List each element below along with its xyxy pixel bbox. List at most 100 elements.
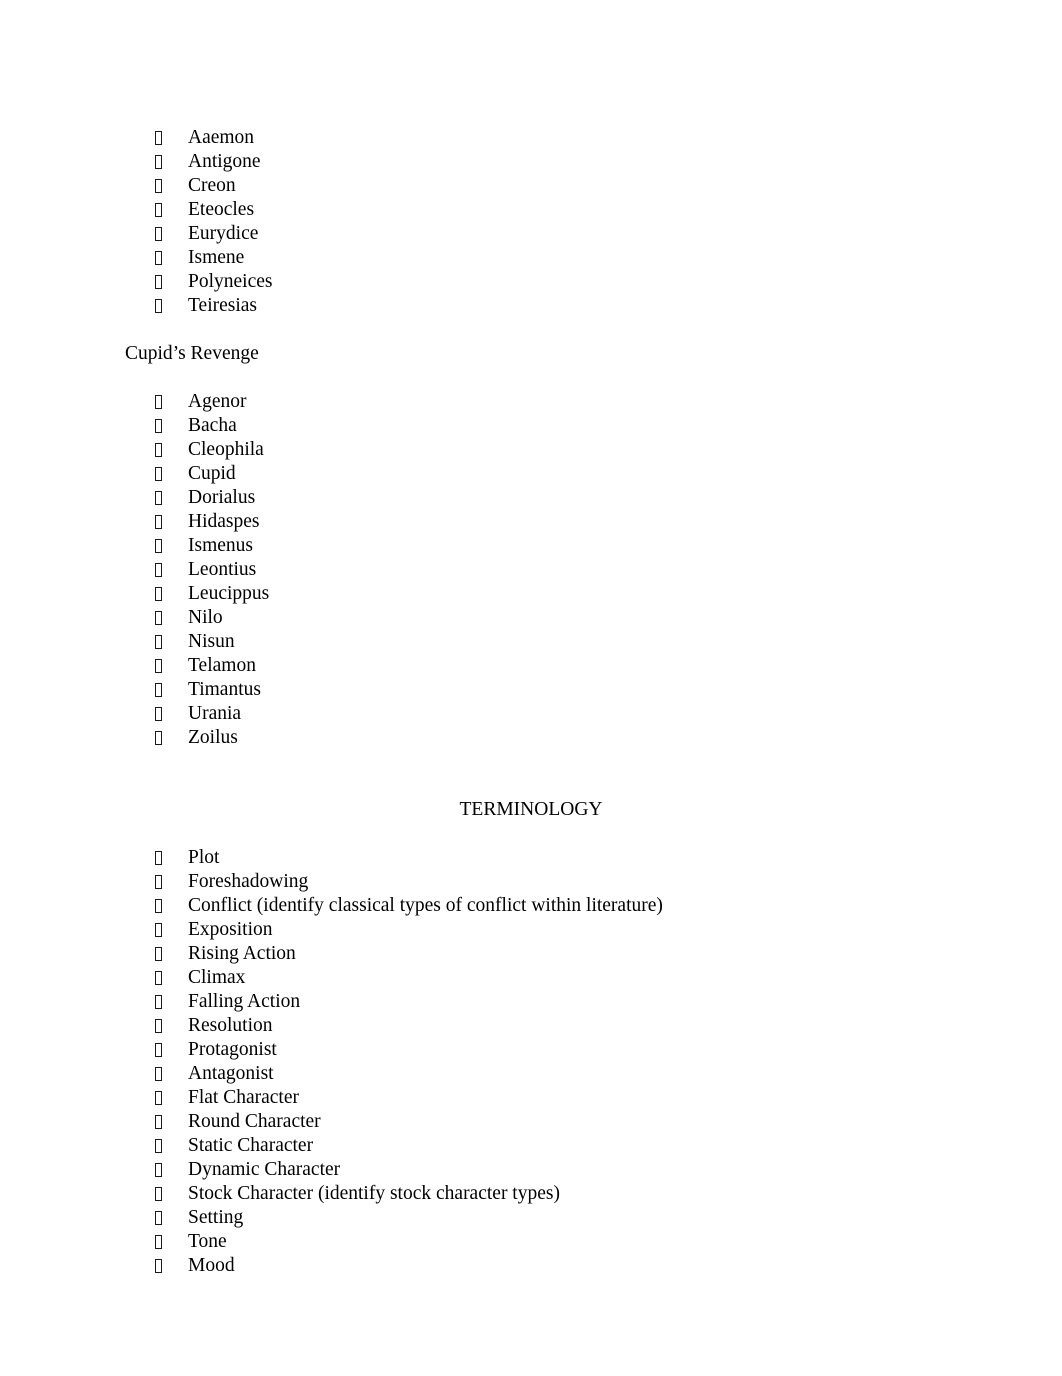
list-item-label: Leontius (188, 559, 257, 580)
bullet-box-icon (155, 491, 162, 505)
list-item: Leontius (0, 558, 1062, 582)
spacer-before-cupids-revenge (0, 318, 1062, 342)
list-item-label: Urania (188, 703, 242, 724)
spacer-after-cupids-list-1 (0, 750, 1062, 774)
document-body: Aaemon Antigone Creon Eteocles Eurydice Ismen… (0, 0, 1062, 1278)
list-item-label: Plot (188, 847, 220, 868)
list-item-label: Cupid (188, 463, 236, 484)
list-item-label: Agenor (188, 391, 247, 412)
terminology-heading-text: TERMINOLOGY (459, 799, 603, 820)
list-item: Falling Action (0, 990, 1062, 1014)
list-item-label: Leucippus (188, 583, 270, 604)
list-item: Cleophila (0, 438, 1062, 462)
list-item-label: Setting (188, 1207, 244, 1228)
list-item-label: Round Character (188, 1111, 321, 1132)
spacer-after-cupids-list-2 (0, 774, 1062, 798)
list-item-label: Zoilus (188, 727, 238, 748)
list-item-label: Climax (188, 967, 246, 988)
list-item: Polyneices (0, 270, 1062, 294)
bullet-box-icon (155, 1187, 162, 1201)
bullet-box-icon (155, 1091, 162, 1105)
bullet-box-icon (155, 1211, 162, 1225)
bullet-box-icon (155, 1019, 162, 1033)
list-item-label: Rising Action (188, 943, 296, 964)
list-item: Bacha (0, 414, 1062, 438)
list-item-label: Foreshadowing (188, 871, 309, 892)
list-item: Zoilus (0, 726, 1062, 750)
terminology-list: Plot Foreshadowing Conflict (identify clas… (0, 846, 1062, 1278)
antigone-character-list: Aaemon Antigone Creon Eteocles Eurydice Ismen… (0, 126, 1062, 318)
list-item: Dorialus (0, 486, 1062, 510)
list-item-label: Teiresias (188, 295, 258, 316)
list-item: Exposition (0, 918, 1062, 942)
document-page: Aaemon Antigone Creon Eteocles Eurydice Ismen… (0, 0, 1062, 1376)
list-item: Eurydice (0, 222, 1062, 246)
bullet-box-icon (155, 1163, 162, 1177)
list-item: Timantus (0, 678, 1062, 702)
bullet-box-icon (155, 1139, 162, 1153)
list-item-label: Static Character (188, 1135, 314, 1156)
bullet-box-icon (155, 971, 162, 985)
list-item: Aaemon (0, 126, 1062, 150)
spacer-after-terminology-heading (0, 822, 1062, 846)
list-item-label: Dynamic Character (188, 1159, 341, 1180)
bullet-box-icon (155, 611, 162, 625)
list-item-label: Eurydice (188, 223, 259, 244)
bullet-box-icon (155, 899, 162, 913)
bullet-box-icon (155, 515, 162, 529)
bullet-box-icon (155, 539, 162, 553)
bullet-box-icon (155, 131, 162, 145)
list-item: Stock Character (identify stock characte… (0, 1182, 1062, 1206)
bullet-box-icon (155, 227, 162, 241)
list-item-label: Nisun (188, 631, 235, 652)
list-item: Foreshadowing (0, 870, 1062, 894)
bullet-box-icon (155, 707, 162, 721)
list-item-label: Ismenus (188, 535, 253, 556)
list-item: Climax (0, 966, 1062, 990)
list-item-label: Bacha (188, 415, 237, 436)
list-item-label: Timantus (188, 679, 261, 700)
list-item-label: Hidaspes (188, 511, 260, 532)
list-item-label: Protagonist (188, 1039, 277, 1060)
bullet-box-icon (155, 947, 162, 961)
bullet-box-icon (155, 1043, 162, 1057)
list-item: Teiresias (0, 294, 1062, 318)
list-item: Mood (0, 1254, 1062, 1278)
bullet-box-icon (155, 563, 162, 577)
list-item-label: Tone (188, 1231, 227, 1252)
list-item: Creon (0, 174, 1062, 198)
bullet-box-icon (155, 851, 162, 865)
list-item: Protagonist (0, 1038, 1062, 1062)
list-item-label: Nilo (188, 607, 223, 628)
list-item: Ismenus (0, 534, 1062, 558)
list-item-label: Mood (188, 1255, 235, 1276)
bullet-box-icon (155, 299, 162, 313)
list-item: Urania (0, 702, 1062, 726)
list-item-label: Stock Character (identify stock characte… (188, 1183, 560, 1204)
list-item-label: Flat Character (188, 1087, 299, 1108)
bullet-box-icon (155, 155, 162, 169)
list-item: Flat Character (0, 1086, 1062, 1110)
list-item: Rising Action (0, 942, 1062, 966)
list-item: Eteocles (0, 198, 1062, 222)
list-item-label: Exposition (188, 919, 273, 940)
list-item: Ismene (0, 246, 1062, 270)
cupids-revenge-character-list: Agenor Bacha Cleophila Cupid Dorialus Hidaspe… (0, 390, 1062, 750)
bullet-box-icon (155, 731, 162, 745)
bullet-box-icon (155, 395, 162, 409)
list-item-label: Aaemon (188, 127, 255, 148)
list-item-label: Conflict (identify classical types of co… (188, 895, 663, 916)
list-item-label: Ismene (188, 247, 245, 268)
bullet-box-icon (155, 875, 162, 889)
section-heading-text: Cupid’s Revenge (125, 343, 259, 364)
list-item: Agenor (0, 390, 1062, 414)
bullet-box-icon (155, 275, 162, 289)
bullet-box-icon (155, 443, 162, 457)
list-item: Telamon (0, 654, 1062, 678)
bullet-box-icon (155, 179, 162, 193)
list-item: Cupid (0, 462, 1062, 486)
list-item: Setting (0, 1206, 1062, 1230)
bullet-box-icon (155, 1259, 162, 1273)
bullet-box-icon (155, 419, 162, 433)
list-item: Conflict (identify classical types of co… (0, 894, 1062, 918)
